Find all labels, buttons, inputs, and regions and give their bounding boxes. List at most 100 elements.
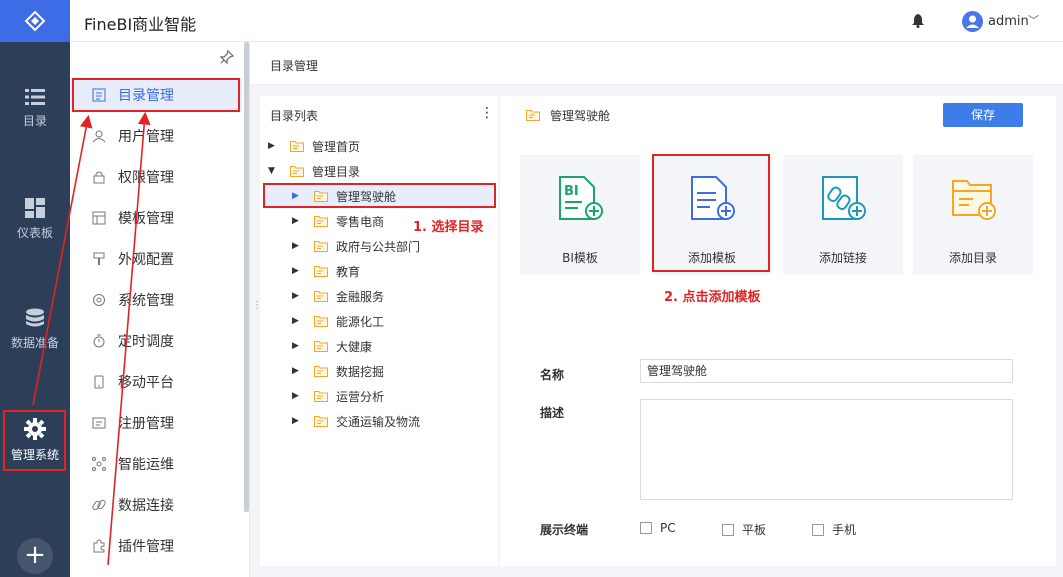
- tree-node[interactable]: ▶ 能源化工: [260, 310, 384, 332]
- caret-right-icon[interactable]: ▶: [292, 391, 302, 401]
- menu-item-timer[interactable]: 定时调度: [70, 324, 242, 358]
- bell-icon[interactable]: [912, 14, 924, 28]
- folder-icon: [290, 165, 304, 177]
- menu-item-label: 用户管理: [118, 129, 174, 145]
- timer-icon: [93, 334, 105, 348]
- caret-right-icon[interactable]: ▶: [292, 241, 302, 251]
- menu-item-label: 模板管理: [118, 211, 174, 227]
- checkbox-label: 平板: [742, 523, 767, 537]
- caret-right-icon[interactable]: ▶: [292, 366, 302, 376]
- rail-item-dashboard[interactable]: 仪表板: [0, 198, 70, 241]
- caret-right-icon[interactable]: ▶: [292, 266, 302, 276]
- menu-item-network[interactable]: 智能运维: [70, 447, 242, 481]
- folder-icon: [314, 290, 328, 302]
- logo-icon: [24, 10, 46, 32]
- description-textarea[interactable]: [640, 399, 1013, 500]
- folder-icon: [314, 340, 328, 352]
- rail-item-catalog[interactable]: 目录: [0, 88, 70, 129]
- tree-node-label: 交通运输及物流: [336, 414, 421, 429]
- highlight-tree-node: [263, 183, 496, 208]
- caret-right-icon[interactable]: ▶: [292, 291, 302, 301]
- bi-template-card[interactable]: BI BI模板: [520, 155, 640, 275]
- app-title: FineBI商业智能: [84, 15, 197, 34]
- tree-node[interactable]: ▶ 零售电商: [260, 210, 384, 232]
- name-input[interactable]: 管理驾驶舱: [640, 359, 1013, 383]
- menu-item-plugin[interactable]: 插件管理: [70, 529, 242, 563]
- menu-item-label: 系统管理: [118, 293, 174, 309]
- folder-icon: [526, 110, 540, 121]
- caret-right-icon[interactable]: ▶: [292, 416, 302, 426]
- checkbox-box[interactable]: [812, 523, 824, 536]
- menu-item-register[interactable]: 注册管理: [70, 406, 242, 440]
- terminal-pc-checkbox[interactable]: PC: [640, 521, 676, 535]
- tree-node-label: 大健康: [336, 339, 373, 354]
- user-avatar-icon: [966, 15, 979, 28]
- tree-node[interactable]: ▶ 管理首页: [260, 135, 360, 157]
- tree-node-label: 管理目录: [312, 164, 361, 179]
- caret-right-icon[interactable]: ▶: [292, 341, 302, 351]
- bi-template-icon: BI: [559, 176, 603, 220]
- menu-item-lock[interactable]: 权限管理: [70, 160, 242, 194]
- folder-icon: [314, 215, 328, 227]
- dashboard-icon: [25, 198, 45, 218]
- app-logo[interactable]: [0, 0, 70, 42]
- add-button[interactable]: +: [17, 538, 53, 574]
- caret-down-icon[interactable]: ▼: [268, 166, 278, 176]
- tree-node[interactable]: ▶ 教育: [260, 260, 360, 282]
- register-icon: [92, 417, 106, 429]
- menu-item-link[interactable]: 数据连接: [70, 488, 242, 522]
- terminal-phone-checkbox[interactable]: 手机: [812, 521, 856, 538]
- tree-node[interactable]: ▶ 金融服务: [260, 285, 384, 307]
- menu-item-user[interactable]: 用户管理: [70, 119, 242, 153]
- annotation-step1: 1. 选择目录: [413, 220, 484, 235]
- panel-title: 管理驾驶舱: [550, 109, 611, 123]
- panel-header: 管理驾驶舱: [526, 107, 610, 124]
- breadcrumb-label: 目录管理: [270, 59, 319, 73]
- card-label: BI模板: [562, 251, 598, 265]
- catalog-detail-panel: 管理驾驶舱 保存 BI BI模板 添加模板 添加链接 添加目录 名称 管理驾驶舱…: [500, 96, 1056, 566]
- list-icon: [25, 89, 45, 105]
- add-folder-card[interactable]: 添加目录: [913, 155, 1033, 275]
- checkbox-box[interactable]: [722, 523, 734, 536]
- caret-right-icon[interactable]: ▶: [268, 141, 278, 151]
- tree-node-label: 零售电商: [336, 214, 385, 229]
- tree-node[interactable]: ▶ 交通运输及物流: [260, 410, 420, 432]
- tree-node[interactable]: ▶ 数据挖掘: [260, 360, 384, 382]
- tree-node-label: 管理首页: [312, 139, 361, 154]
- more-icon[interactable]: ⋮: [480, 105, 494, 121]
- avatar[interactable]: [962, 11, 983, 32]
- menu-item-settings[interactable]: 系统管理: [70, 283, 242, 317]
- menu-scrollbar[interactable]: [244, 42, 249, 512]
- highlight-catalog-menu: [72, 78, 240, 112]
- highlight-admin-rail: [3, 410, 66, 471]
- rail-item-data-prep[interactable]: 数据准备: [0, 308, 70, 351]
- menu-item-label: 定时调度: [118, 334, 174, 350]
- menu-item-mobile[interactable]: 移动平台: [70, 365, 242, 399]
- tree-node[interactable]: ▼ 管理目录: [260, 160, 360, 182]
- menu-item-template[interactable]: 模板管理: [70, 201, 242, 235]
- template-icon: [92, 211, 106, 225]
- card-label: 添加目录: [948, 251, 997, 265]
- user-icon: [92, 130, 106, 143]
- tree-node[interactable]: ▶ 大健康: [260, 335, 372, 357]
- menu-item-brush[interactable]: 外观配置: [70, 242, 242, 276]
- tree-node[interactable]: ▶ 政府与公共部门: [260, 235, 420, 257]
- add-link-card[interactable]: 添加链接: [783, 155, 903, 275]
- tree-node-label: 教育: [336, 264, 361, 279]
- tree-node-label: 政府与公共部门: [336, 239, 421, 254]
- save-button[interactable]: 保存: [943, 103, 1023, 127]
- mobile-icon: [94, 375, 104, 389]
- tree-node[interactable]: ▶ 运营分析: [260, 385, 384, 407]
- user-name[interactable]: admin: [988, 14, 1029, 29]
- chevron-down-icon[interactable]: ﹀: [1028, 12, 1039, 28]
- checkbox-box[interactable]: [640, 522, 652, 534]
- terminal-tablet-checkbox[interactable]: 平板: [722, 521, 766, 538]
- folder-icon: [314, 315, 328, 327]
- rail-item-label: 目录: [22, 114, 47, 128]
- menu-item-label: 插件管理: [118, 539, 174, 555]
- menu-item-label: 智能运维: [118, 457, 174, 473]
- annotation-step2: 2. 点击添加模板: [664, 290, 761, 305]
- caret-right-icon[interactable]: ▶: [292, 216, 302, 226]
- pin-icon[interactable]: [220, 50, 234, 64]
- caret-right-icon[interactable]: ▶: [292, 316, 302, 326]
